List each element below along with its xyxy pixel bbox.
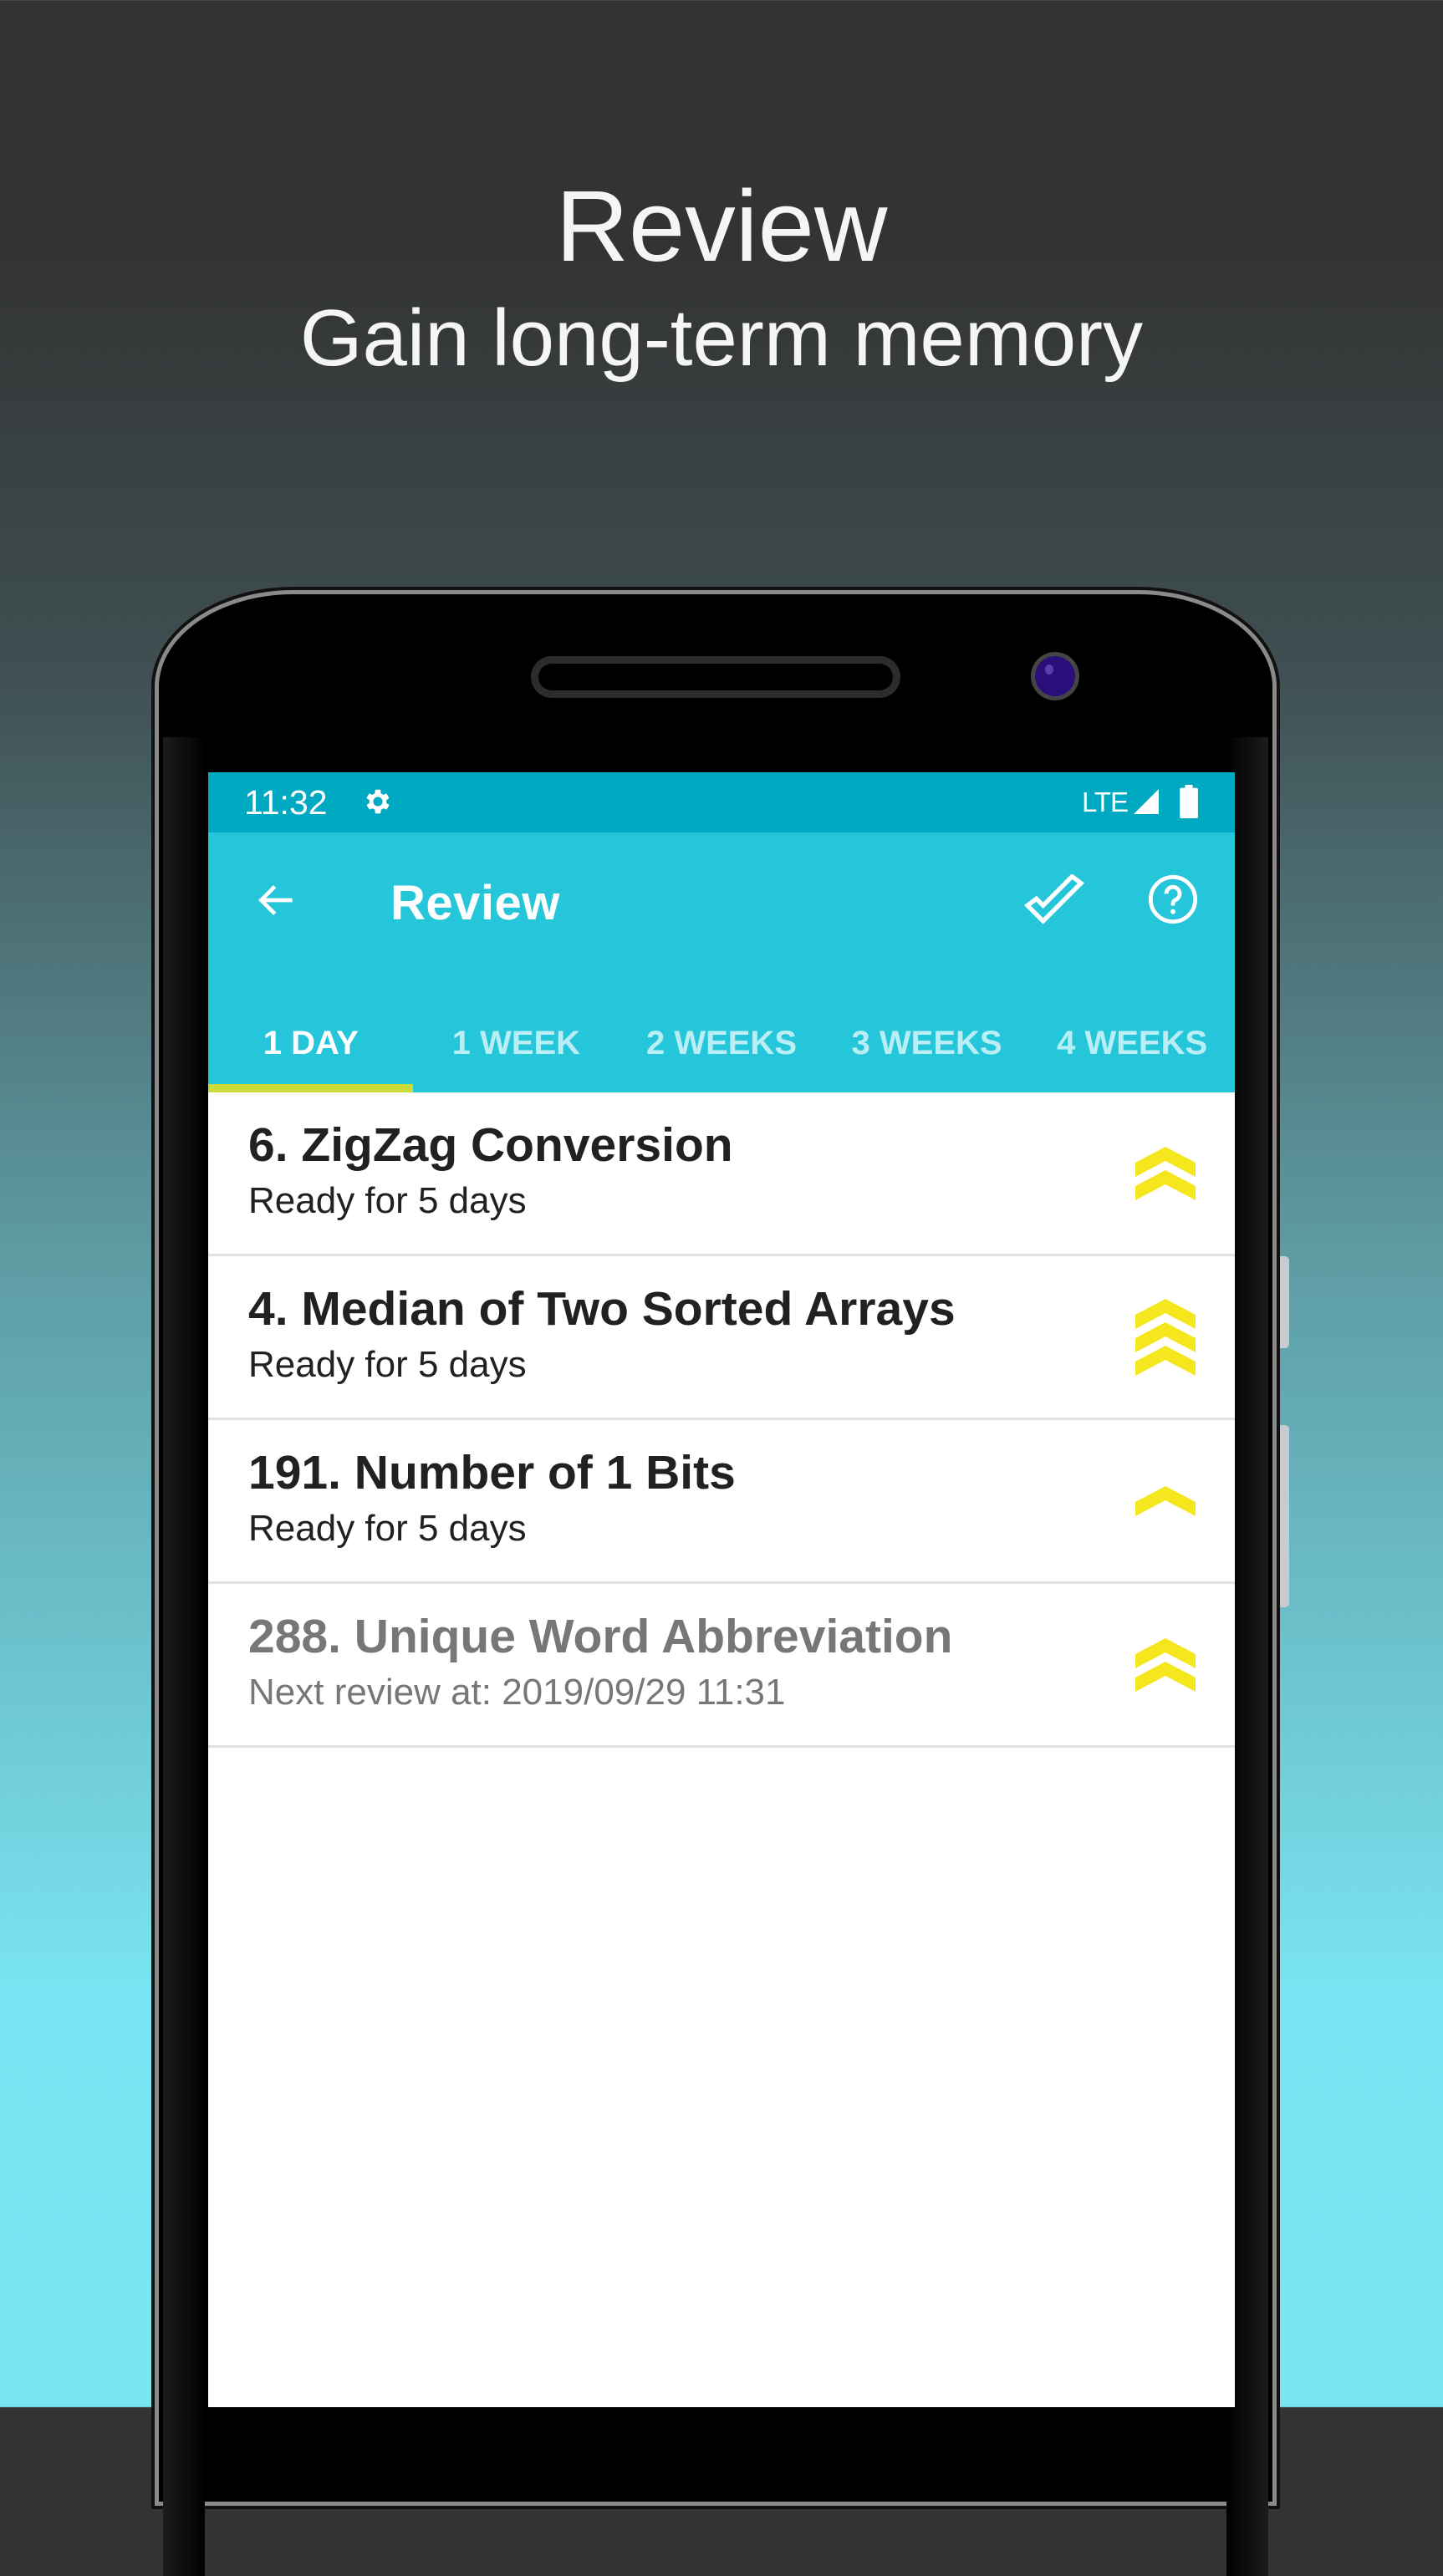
interval-tabs: 1 DAY 1 WEEK 2 WEEKS 3 WEEKS 4 WEEKS <box>208 1018 1235 1092</box>
phone-speaker <box>531 656 900 698</box>
front-camera <box>1035 656 1075 696</box>
tab-3-weeks[interactable]: 3 WEEKS <box>824 1018 1030 1092</box>
item-title: 6. ZigZag Conversion <box>248 1118 733 1172</box>
tab-indicator <box>208 1084 413 1092</box>
help-circle-icon[interactable] <box>1146 873 1200 926</box>
app-toolbar: Review 1 DAY 1 WEEK 2 WEEKS 3 WEEKS 4 WE… <box>208 832 1235 1092</box>
status-bar: 11:32 LTE <box>208 772 1235 832</box>
item-title: 191. Number of 1 Bits <box>248 1446 736 1499</box>
phone-edge-left <box>163 737 205 2576</box>
promo-title: Review <box>555 169 888 283</box>
level-chevrons-icon <box>1135 1486 1196 1516</box>
signal-icon <box>1134 789 1159 814</box>
tab-2-weeks[interactable]: 2 WEEKS <box>619 1018 824 1092</box>
app-screen: 11:32 LTE Review 1 DAY 1 WEEK 2 WEEKS 3 … <box>208 772 1235 2407</box>
tab-1-week[interactable]: 1 WEEK <box>414 1018 620 1092</box>
item-subtitle: Ready for 5 days <box>248 1180 527 1221</box>
tab-1-day[interactable]: 1 DAY <box>208 1018 414 1092</box>
chevron-up-icon <box>1135 1346 1196 1376</box>
promo-subtitle: Gain long-term memory <box>299 293 1144 383</box>
level-chevrons-icon <box>1135 1147 1196 1200</box>
tab-4-weeks[interactable]: 4 WEEKS <box>1029 1018 1235 1092</box>
review-list: 6. ZigZag Conversion Ready for 5 days 4.… <box>208 1092 1235 1748</box>
chevron-up-icon <box>1135 1662 1196 1692</box>
list-item[interactable]: 288. Unique Word Abbreviation Next revie… <box>208 1584 1235 1748</box>
chevron-up-icon <box>1135 1486 1196 1516</box>
arrow-left-icon[interactable] <box>253 877 300 924</box>
list-item[interactable]: 191. Number of 1 Bits Ready for 5 days <box>208 1420 1235 1584</box>
item-subtitle: Ready for 5 days <box>248 1344 527 1385</box>
toolbar-title: Review <box>390 876 560 930</box>
network-type: LTE <box>1082 787 1129 817</box>
item-subtitle: Ready for 5 days <box>248 1508 527 1549</box>
status-time: 11:32 <box>244 783 328 822</box>
item-subtitle: Next review at: 2019/09/29 11:31 <box>248 1672 786 1713</box>
level-chevrons-icon <box>1135 1299 1196 1376</box>
level-chevrons-icon <box>1135 1638 1196 1692</box>
settings-gear-icon <box>366 789 390 814</box>
check-icon[interactable] <box>1022 874 1086 928</box>
item-title: 288. Unique Word Abbreviation <box>248 1610 953 1663</box>
phone-side-button-volume <box>1280 1425 1289 1607</box>
list-item[interactable]: 6. ZigZag Conversion Ready for 5 days <box>208 1092 1235 1256</box>
chevron-up-icon <box>1135 1170 1196 1200</box>
item-title: 4. Median of Two Sorted Arrays <box>248 1282 956 1336</box>
battery-icon <box>1180 785 1198 818</box>
phone-side-button-power <box>1280 1256 1289 1348</box>
list-item[interactable]: 4. Median of Two Sorted Arrays Ready for… <box>208 1256 1235 1420</box>
